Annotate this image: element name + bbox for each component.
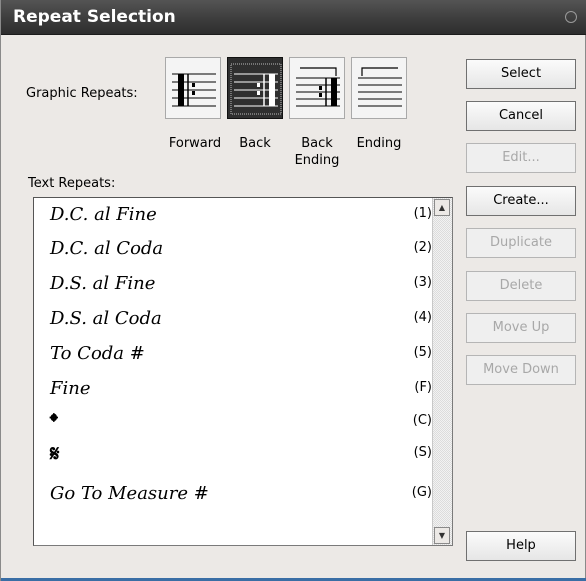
- close-icon[interactable]: [565, 11, 577, 23]
- move-down-button[interactable]: Move Down: [466, 355, 576, 385]
- list-item[interactable]: D.S. al Coda (4): [34, 306, 432, 336]
- list-item-shortcut: (F): [414, 380, 432, 395]
- list-item[interactable]: D.C. al Fine (1): [34, 202, 432, 232]
- edit-button[interactable]: Edit...: [466, 143, 576, 173]
- duplicate-button[interactable]: Duplicate: [466, 228, 576, 258]
- back-repeat-barline-icon: [230, 63, 282, 115]
- list-item-text: Fine: [50, 378, 91, 399]
- repeat-selection-dialog: Repeat Selection Graphic Repeats: Forwar…: [0, 0, 586, 581]
- list-item[interactable]: D.C. al Coda (2): [34, 236, 432, 266]
- scroll-up-arrow-icon[interactable]: ▲: [434, 199, 450, 216]
- move-up-button[interactable]: Move Up: [466, 313, 576, 343]
- window-title: Repeat Selection: [13, 7, 176, 27]
- list-item-text: Go To Measure #: [50, 483, 209, 504]
- list-item[interactable]: 𝄋 (S): [34, 441, 432, 471]
- caption-forward: Forward: [168, 136, 222, 151]
- text-repeats-label: Text Repeats:: [28, 176, 116, 191]
- cancel-button[interactable]: Cancel: [466, 101, 576, 131]
- back-ending-bracket-icon: [296, 67, 340, 107]
- graphic-repeats-label: Graphic Repeats:: [26, 86, 138, 101]
- list-item[interactable]: 𝄌 (C): [34, 409, 432, 439]
- caption-back-ending: Back Ending: [294, 136, 340, 168]
- list-scrollbar[interactable]: ▲ ▼: [432, 198, 452, 545]
- forward-repeat-barline-icon: [172, 73, 216, 107]
- list-item[interactable]: To Coda # (5): [34, 341, 432, 371]
- select-button[interactable]: Select: [466, 59, 576, 89]
- delete-button[interactable]: Delete: [466, 271, 576, 301]
- graphic-repeat-back-ending[interactable]: [289, 57, 345, 119]
- list-item-text: D.S. al Fine: [50, 273, 156, 294]
- list-item-text: D.S. al Coda: [50, 308, 162, 329]
- caption-ending: Ending: [356, 136, 402, 151]
- list-item-shortcut: (3): [413, 275, 432, 290]
- list-item-text: D.C. al Coda: [50, 238, 164, 259]
- create-button[interactable]: Create...: [466, 186, 576, 216]
- list-item-shortcut: (S): [413, 445, 432, 460]
- title-bar[interactable]: Repeat Selection: [1, 0, 586, 35]
- list-item[interactable]: Fine (F): [34, 376, 432, 406]
- graphic-repeat-ending[interactable]: [351, 57, 407, 119]
- graphic-repeat-forward[interactable]: [165, 57, 221, 119]
- text-repeats-list[interactable]: D.C. al Fine (1) D.C. al Coda (2) D.S. a…: [33, 197, 453, 546]
- ending-bracket-icon: [358, 67, 402, 107]
- list-item-shortcut: (G): [411, 485, 432, 500]
- segno-symbol-icon: 𝄋: [50, 441, 60, 467]
- graphic-repeat-back[interactable]: [227, 57, 283, 119]
- scroll-down-arrow-icon[interactable]: ▼: [434, 527, 450, 544]
- list-item-shortcut: (4): [413, 310, 432, 325]
- list-item-shortcut: (C): [412, 413, 432, 428]
- list-item-text: To Coda #: [50, 343, 145, 364]
- list-item-shortcut: (1): [413, 206, 432, 221]
- help-button[interactable]: Help: [466, 531, 576, 561]
- list-item[interactable]: Go To Measure # (G): [34, 481, 432, 511]
- list-item-shortcut: (5): [413, 345, 432, 360]
- list-item[interactable]: D.S. al Fine (3): [34, 271, 432, 301]
- list-item-text: D.C. al Fine: [50, 204, 157, 225]
- list-item-shortcut: (2): [413, 240, 432, 255]
- caption-back: Back: [239, 136, 271, 151]
- coda-symbol-icon: 𝄌: [50, 409, 58, 435]
